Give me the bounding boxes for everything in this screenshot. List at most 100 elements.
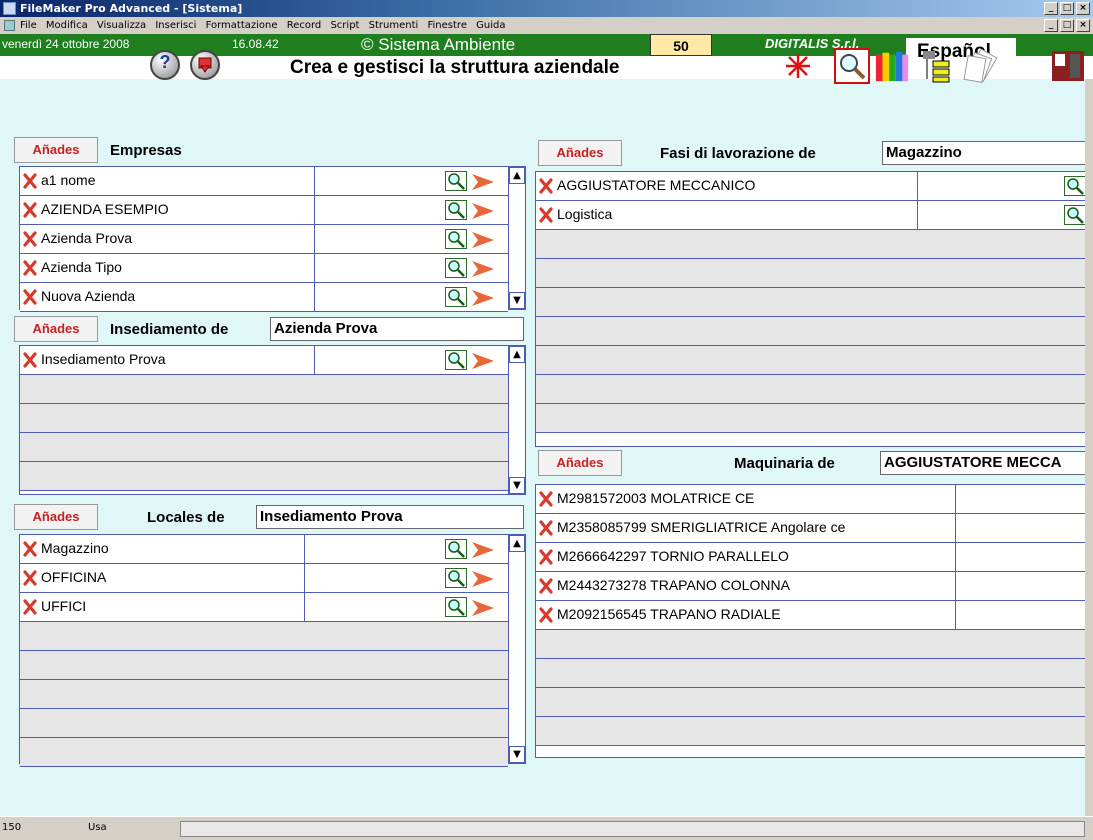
delete-x-icon[interactable] bbox=[539, 549, 553, 565]
insediamento-parent-field[interactable]: Azienda Prova bbox=[270, 317, 524, 341]
delete-x-icon[interactable] bbox=[23, 352, 37, 368]
search-icon[interactable] bbox=[1064, 176, 1086, 196]
delete-x-icon[interactable] bbox=[539, 607, 553, 623]
list-item[interactable]: UFFICI bbox=[20, 593, 508, 622]
search-icon[interactable] bbox=[445, 200, 467, 220]
list-item[interactable]: Azienda Tipo bbox=[20, 254, 508, 283]
delete-x-icon[interactable] bbox=[539, 178, 553, 194]
search-icon[interactable] bbox=[445, 258, 467, 278]
delete-x-icon[interactable] bbox=[539, 491, 553, 507]
exit-icon[interactable] bbox=[190, 50, 220, 80]
scroll-down-arrow[interactable]: ▼ bbox=[509, 746, 525, 763]
empresas-scrollbar[interactable]: ▲ ▼ bbox=[508, 167, 525, 309]
search-icon[interactable] bbox=[445, 539, 467, 559]
menu-finestre[interactable]: Finestre bbox=[428, 20, 467, 31]
maximize-button[interactable]: □ bbox=[1060, 2, 1074, 15]
delete-x-icon[interactable] bbox=[23, 289, 37, 305]
empresas-add-button[interactable]: Añades bbox=[14, 137, 98, 163]
go-arrow-icon[interactable] bbox=[471, 202, 495, 220]
menu-script[interactable]: Script bbox=[330, 20, 359, 31]
delete-x-icon[interactable] bbox=[23, 570, 37, 586]
locales-parent-field[interactable]: Insediamento Prova bbox=[256, 505, 524, 529]
scroll-down-arrow[interactable]: ▼ bbox=[509, 292, 525, 309]
go-arrow-icon[interactable] bbox=[471, 231, 495, 249]
search-icon[interactable] bbox=[445, 229, 467, 249]
search-icon[interactable] bbox=[1064, 205, 1086, 225]
insediamento-add-button[interactable]: Añades bbox=[14, 316, 98, 342]
locales-scrollbar[interactable]: ▲ ▼ bbox=[508, 535, 525, 763]
menu-formattazione[interactable]: Formattazione bbox=[206, 20, 278, 31]
list-item[interactable]: a1 nome bbox=[20, 167, 508, 196]
delete-x-icon[interactable] bbox=[23, 231, 37, 247]
books-icon[interactable] bbox=[874, 48, 910, 84]
doc-minimize-button[interactable]: _ bbox=[1044, 19, 1058, 32]
list-item bbox=[20, 680, 508, 709]
list-item[interactable]: AZIENDA ESEMPIO bbox=[20, 196, 508, 225]
maquinaria-parent-field[interactable]: AGGIUSTATORE MECCA bbox=[880, 451, 1093, 475]
help-icon[interactable]: ? bbox=[150, 50, 180, 80]
list-item[interactable]: Azienda Prova bbox=[20, 225, 508, 254]
horizontal-scrollbar[interactable] bbox=[180, 821, 1085, 837]
document-icon[interactable] bbox=[4, 20, 15, 31]
list-item[interactable]: Logistica bbox=[536, 201, 1092, 230]
list-item[interactable]: AGGIUSTATORE MECCANICO bbox=[536, 172, 1092, 201]
scroll-up-arrow[interactable]: ▲ bbox=[509, 167, 525, 184]
list-item[interactable]: M2092156545 TRAPANO RADIALE bbox=[536, 601, 1092, 630]
list-item[interactable]: Insediamento Prova bbox=[20, 346, 508, 375]
documents-icon[interactable] bbox=[962, 48, 998, 84]
go-arrow-icon[interactable] bbox=[471, 570, 495, 588]
asterisk-icon[interactable] bbox=[780, 48, 816, 84]
mode-selector[interactable]: Usa bbox=[88, 822, 107, 833]
scroll-down-arrow[interactable]: ▼ bbox=[509, 477, 525, 494]
list-item[interactable]: M2666642297 TORNIO PARALLELO bbox=[536, 543, 1092, 572]
scroll-up-arrow[interactable]: ▲ bbox=[509, 535, 525, 552]
search-icon[interactable] bbox=[834, 48, 870, 84]
minimize-button[interactable]: _ bbox=[1044, 2, 1058, 15]
delete-x-icon[interactable] bbox=[539, 207, 553, 223]
delete-x-icon[interactable] bbox=[23, 260, 37, 276]
menu-visualizza[interactable]: Visualizza bbox=[97, 20, 146, 31]
search-icon[interactable] bbox=[445, 568, 467, 588]
go-arrow-icon[interactable] bbox=[471, 599, 495, 617]
list-item[interactable]: M2443273278 TRAPANO COLONNA bbox=[536, 572, 1092, 601]
doc-close-button[interactable]: × bbox=[1076, 19, 1090, 32]
go-arrow-icon[interactable] bbox=[471, 541, 495, 559]
maquinaria-add-button[interactable]: Añades bbox=[538, 450, 622, 476]
go-arrow-icon[interactable] bbox=[471, 173, 495, 191]
locales-add-button[interactable]: Añades bbox=[14, 504, 98, 530]
menu-guida[interactable]: Guida bbox=[476, 20, 505, 31]
delete-x-icon[interactable] bbox=[23, 173, 37, 189]
tree-icon[interactable] bbox=[918, 48, 954, 84]
delete-x-icon[interactable] bbox=[539, 520, 553, 536]
menu-file[interactable]: File bbox=[20, 20, 37, 31]
search-icon[interactable] bbox=[445, 350, 467, 370]
go-arrow-icon[interactable] bbox=[471, 352, 495, 370]
delete-x-icon[interactable] bbox=[23, 599, 37, 615]
calendar-icon[interactable] bbox=[1050, 48, 1086, 84]
search-icon[interactable] bbox=[445, 171, 467, 191]
search-icon[interactable] bbox=[445, 287, 467, 307]
go-arrow-icon[interactable] bbox=[471, 260, 495, 278]
list-item[interactable]: Nuova Azienda bbox=[20, 283, 508, 312]
go-arrow-icon[interactable] bbox=[471, 289, 495, 307]
list-item[interactable]: Magazzino bbox=[20, 535, 508, 564]
fasi-add-button[interactable]: Añades bbox=[538, 140, 622, 166]
fasi-parent-field[interactable]: Magazzino bbox=[882, 141, 1093, 165]
insediamento-scrollbar[interactable]: ▲ ▼ bbox=[508, 346, 525, 494]
list-item[interactable]: M2981572003 MOLATRICE CE bbox=[536, 485, 1092, 514]
delete-x-icon[interactable] bbox=[23, 541, 37, 557]
doc-restore-button[interactable]: □ bbox=[1060, 19, 1074, 32]
menu-strumenti[interactable]: Strumenti bbox=[369, 20, 419, 31]
delete-x-icon[interactable] bbox=[23, 202, 37, 218]
list-item[interactable]: OFFICINA bbox=[20, 564, 508, 593]
delete-x-icon[interactable] bbox=[539, 578, 553, 594]
search-icon[interactable] bbox=[445, 597, 467, 617]
list-item[interactable]: M2358085799 SMERIGLIATRICE Angolare ce bbox=[536, 514, 1092, 543]
menu-modifica[interactable]: Modifica bbox=[46, 20, 88, 31]
zoom-level[interactable]: 150 bbox=[2, 822, 21, 833]
close-button[interactable]: × bbox=[1076, 2, 1090, 15]
menu-record[interactable]: Record bbox=[287, 20, 322, 31]
menu-inserisci[interactable]: Inserisci bbox=[155, 20, 196, 31]
window-vertical-scrollbar[interactable] bbox=[1085, 79, 1093, 816]
scroll-up-arrow[interactable]: ▲ bbox=[509, 346, 525, 363]
